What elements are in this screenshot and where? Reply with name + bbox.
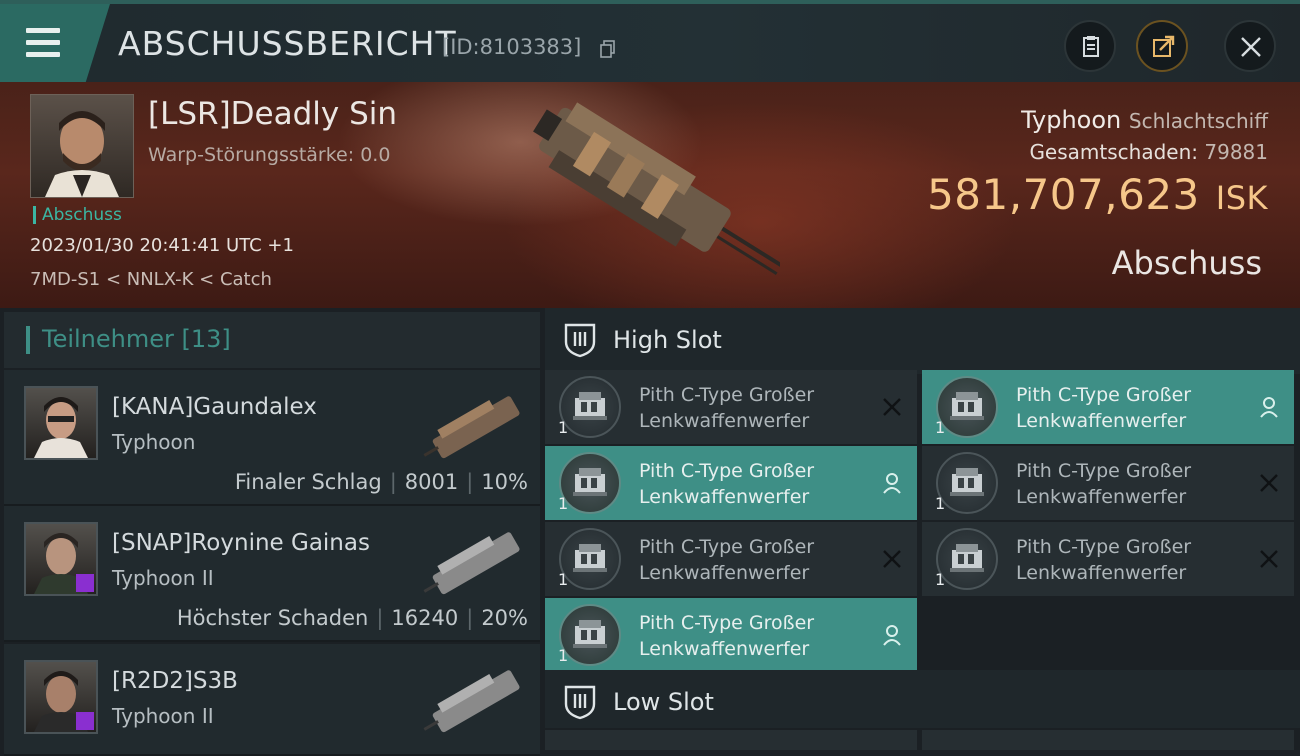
item-quantity: 1 [935, 494, 946, 513]
dropped-person-icon [883, 473, 901, 494]
kill-banner: [LSR]Deadly Sin Warp-Störungsstärke: 0.0… [0, 82, 1300, 308]
avatar[interactable] [24, 522, 98, 596]
corp-badge-icon [76, 574, 94, 592]
participant-ship-image [423, 670, 520, 733]
high-slot-item[interactable]: 1 Pith C-Type Großer Lenkwaffenwerfer [545, 446, 917, 520]
participants-header: Teilnehmer [13] [4, 312, 540, 368]
participant-stats: Finaler Schlag | 8001 | 10% [234, 470, 528, 494]
page-title: ABSCHUSSBERICHT [118, 24, 457, 63]
victim-ship-image[interactable] [510, 92, 780, 292]
ship-class: Schlachtschiff [1128, 109, 1268, 133]
high-slot-item[interactable]: 1 Pith C-Type Großer Lenkwaffenwerfer [545, 598, 917, 672]
item-quantity: 1 [558, 570, 569, 589]
ship-name: Typhoon [1021, 106, 1122, 134]
warp-strength: Warp-Störungsstärke: 0.0 [148, 144, 391, 166]
item-quantity: 1 [558, 418, 569, 437]
destroyed-x-icon [883, 550, 901, 568]
kill-state: Abschuss [1111, 244, 1262, 282]
launcher-module-icon [559, 376, 621, 438]
launcher-module-icon [559, 604, 621, 666]
launcher-module-icon [559, 528, 621, 590]
high-slot-item[interactable]: 1 Pith C-Type Großer Lenkwaffenwerfer [545, 370, 917, 444]
top-bar: ABSCHUSSBERICHT [ID:8103383] [0, 0, 1300, 86]
launcher-module-icon [936, 376, 998, 438]
item-name: Pith C-Type Großer Lenkwaffenwerfer [1016, 460, 1192, 508]
accent-bar [26, 326, 30, 354]
kill-tag: Abschuss [33, 206, 122, 224]
share-icon [1153, 35, 1175, 57]
participant-name[interactable]: [KANA]Gaundalex [112, 394, 317, 420]
destroyed-x-icon [883, 398, 901, 416]
isk-amount: 581,707,623 [927, 170, 1200, 219]
isk-value: 581,707,623 ISK [927, 170, 1268, 219]
item-name: Pith C-Type Großer Lenkwaffenwerfer [639, 460, 815, 508]
participant-stats: Höchster Schaden | 16240 | 20% [176, 606, 528, 630]
participant-ship: Typhoon [112, 430, 196, 454]
participant-ship: Typhoon II [112, 566, 214, 590]
menu-button[interactable] [0, 4, 110, 82]
victim-avatar[interactable] [30, 94, 134, 198]
high-slot-icon [564, 323, 596, 358]
participants-title: Teilnehmer [13] [42, 325, 231, 353]
low-slot-header: Low Slot [545, 670, 1300, 728]
participant-card[interactable]: [SNAP]Roynine Gainas Typhoon II Höchster… [4, 506, 540, 642]
damage-label: Gesamtschaden: [1029, 140, 1199, 164]
item-name: Pith C-Type Großer Lenkwaffenwerfer [1016, 384, 1192, 432]
item-quantity: 1 [558, 494, 569, 513]
item-quantity: 1 [935, 570, 946, 589]
item-name: Pith C-Type Großer Lenkwaffenwerfer [639, 612, 815, 660]
share-button[interactable] [1136, 20, 1188, 72]
high-slot-item[interactable]: 1 Pith C-Type Großer Lenkwaffenwerfer [922, 522, 1294, 596]
high-slot-item[interactable]: 1 Pith C-Type Großer Lenkwaffenwerfer [545, 522, 917, 596]
dropped-person-icon [1260, 397, 1278, 418]
item-name: Pith C-Type Großer Lenkwaffenwerfer [639, 536, 815, 584]
hamburger-icon [26, 28, 60, 64]
participant-ship: Typhoon II [112, 704, 214, 728]
participant-ship-image [423, 532, 520, 595]
avatar[interactable] [24, 386, 98, 460]
item-quantity: 1 [558, 646, 569, 665]
victim-name[interactable]: [LSR]Deadly Sin [148, 96, 397, 132]
isk-unit: ISK [1215, 179, 1268, 217]
clipboard-button[interactable] [1064, 20, 1116, 72]
close-icon [1241, 37, 1261, 57]
low-slot-label: Low Slot [613, 688, 714, 716]
low-slot-icon [564, 685, 596, 720]
item-name: Pith C-Type Großer Lenkwaffenwerfer [639, 384, 815, 432]
dropped-person-icon [883, 625, 901, 646]
corp-badge-icon [76, 712, 94, 730]
ship-type[interactable]: Typhoon Schlachtschiff [1021, 106, 1268, 134]
launcher-module-icon [559, 452, 621, 514]
total-damage: Gesamtschaden: 79881 [1029, 140, 1268, 164]
launcher-module-icon [936, 528, 998, 590]
kill-location[interactable]: 7MD-S1 < NNLX-K < Catch [30, 269, 272, 290]
high-slot-item[interactable]: 1 Pith C-Type Großer Lenkwaffenwerfer [922, 446, 1294, 520]
launcher-module-icon [936, 452, 998, 514]
low-slot-item[interactable] [922, 730, 1294, 750]
high-slot-header: High Slot [545, 308, 1300, 374]
damage-value: 79881 [1204, 140, 1268, 164]
participant-ship-image [423, 396, 520, 459]
close-button[interactable] [1224, 20, 1276, 72]
clipboard-icon [1083, 36, 1099, 57]
participant-name[interactable]: [SNAP]Roynine Gainas [112, 530, 370, 556]
participant-name[interactable]: [R2D2]S3B [112, 668, 238, 694]
kill-timestamp: 2023/01/30 20:41:41 UTC +1 [30, 235, 294, 256]
low-slot-item[interactable] [545, 730, 917, 750]
participant-card[interactable]: [KANA]Gaundalex Typhoon Finaler Schlag | 8… [4, 370, 540, 506]
avatar[interactable] [24, 660, 98, 734]
high-slot-label: High Slot [613, 326, 722, 354]
participant-card[interactable]: [R2D2]S3B Typhoon II [4, 644, 540, 756]
killmail-id: [ID:8103383] [442, 35, 582, 59]
copy-icon[interactable] [600, 40, 616, 58]
item-name: Pith C-Type Großer Lenkwaffenwerfer [1016, 536, 1192, 584]
destroyed-x-icon [1260, 550, 1278, 568]
high-slot-item[interactable]: 1 Pith C-Type Großer Lenkwaffenwerfer [922, 370, 1294, 444]
destroyed-x-icon [1260, 474, 1278, 492]
item-quantity: 1 [935, 418, 946, 437]
